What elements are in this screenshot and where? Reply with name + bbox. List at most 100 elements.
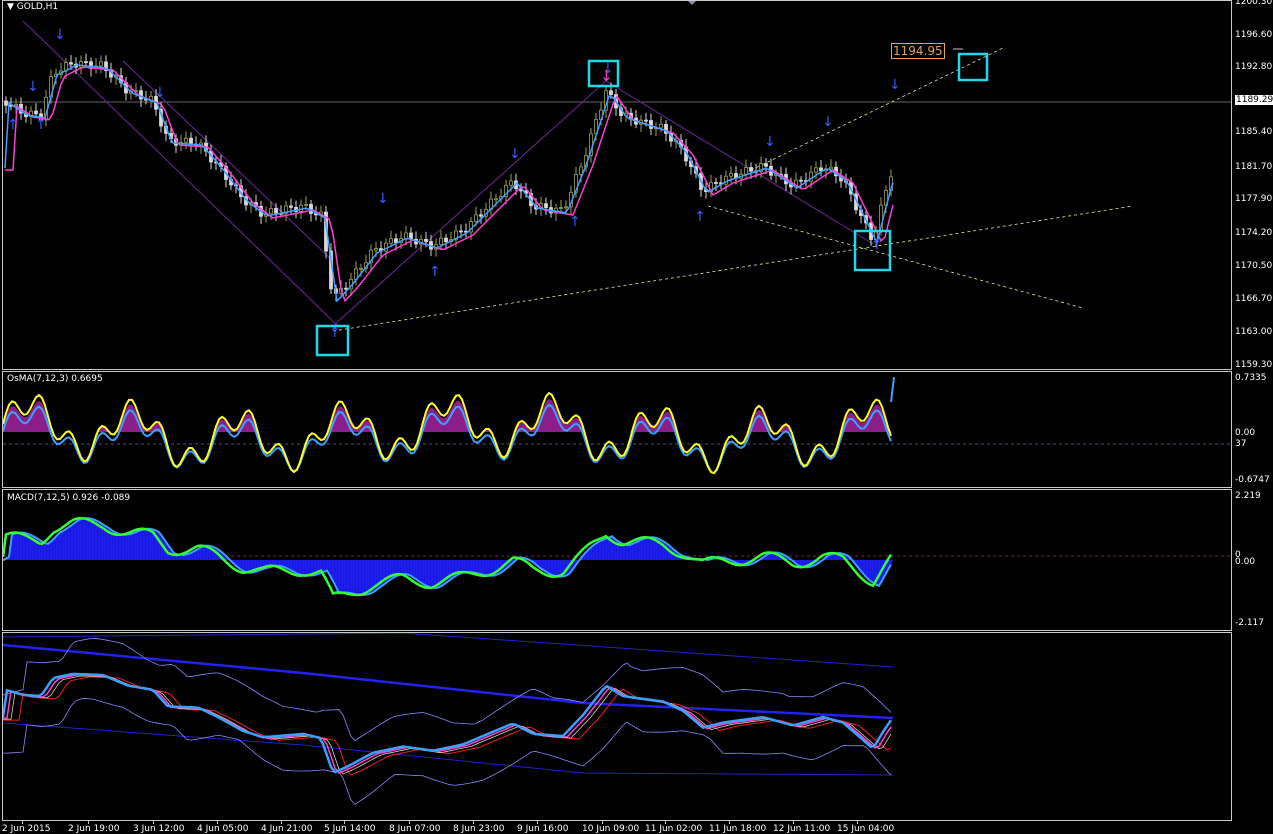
candle-body (34, 110, 38, 115)
candle-body (509, 180, 513, 186)
price-chart-pane[interactable]: ↑ ↑ ↑ ↑ ↑ ↑ ↑ ↓ ↓ ↓ ↓ ↓ ↓ ↓ ↓ ↓ ↓ ▼ GOLD,H1 1194.95 (2, 0, 1232, 370)
macd-axis: 2.219 0 0.00 -2.117 (1233, 489, 1273, 631)
macd-svg (3, 516, 1231, 597)
down-arrow-icon: ↓ (154, 85, 166, 101)
candle-body (69, 62, 73, 65)
price-tick-label: 1196.60 (1235, 30, 1273, 40)
down-arrow-icon: ↓ (600, 67, 613, 85)
time-tick-label: 9 Jun 16:00 (517, 824, 569, 834)
candle-body (819, 167, 823, 172)
price-tick-label: 1166.70 (1235, 294, 1273, 304)
candle-body (494, 198, 498, 201)
bands-axis (1233, 632, 1273, 821)
up-arrow-icon: ↑ (569, 214, 581, 230)
down-arrow-icon: ↓ (54, 27, 66, 43)
price-tick-label: 1163.00 (1235, 327, 1273, 337)
candle-body (444, 237, 448, 242)
candle-body (814, 167, 818, 173)
candle-body (389, 238, 393, 244)
price-chart-svg: ↑ ↑↑↑↑ ↑↑↓↓↓↓↓↓↓↓↓↓ (3, 1, 1231, 357)
price-tick-label: 1159.30 (1235, 360, 1273, 370)
time-tick-mark (602, 820, 603, 824)
up-arrow-icon: ↑ (7, 117, 19, 133)
osma-label: OsMA(7,12,3) 0.6695 (7, 374, 103, 384)
candle-body (559, 207, 563, 209)
bands-indicator-pane[interactable] (2, 632, 1232, 821)
time-tick-mark (857, 820, 858, 824)
candle-body (744, 167, 748, 175)
down-arrow-icon: ↓ (377, 191, 389, 207)
down-arrow-icon: ↓ (764, 134, 776, 150)
price-tick-label: 1174.20 (1235, 228, 1273, 238)
time-tick-label: 8 Jun 23:00 (453, 824, 505, 834)
candle-body (644, 119, 648, 122)
trend-channel-line (22, 20, 339, 327)
time-tick-label: 12 Jun 11:00 (773, 824, 831, 834)
candle-body (79, 61, 83, 68)
top-scroll-marker (688, 1, 696, 5)
time-tick-mark (88, 820, 89, 824)
time-tick-label: 4 Jun 05:00 (197, 824, 249, 834)
price-tick-label: 1181.70 (1235, 162, 1273, 172)
candle-body (564, 206, 568, 209)
candle-body (289, 205, 293, 208)
macd-tick-label: 2.219 (1235, 491, 1261, 501)
candle-body (184, 137, 188, 143)
time-tick-mark (153, 820, 154, 824)
time-tick-label: 5 Jun 14:00 (324, 824, 376, 834)
up-arrow-icon: ↑ (429, 264, 441, 280)
time-tick-label: 15 Jun 04:00 (837, 824, 895, 834)
down-arrow-icon: ↓ (509, 146, 521, 162)
time-tick-mark (473, 820, 474, 824)
candle-body (99, 61, 103, 67)
callout-price-badge: 1194.95 (891, 43, 945, 59)
time-tick-mark (281, 820, 282, 824)
candle-body (269, 208, 273, 215)
macd-indicator-pane[interactable]: MACD(7,12,5) 0.926 -0.089 (2, 489, 1232, 631)
candle-body (659, 123, 663, 129)
long-moving-average-line (3, 643, 894, 720)
time-tick-label: 2 Jun 19:00 (68, 824, 120, 834)
dotted-trendline (707, 205, 1084, 309)
symbol-label: ▼ GOLD,H1 (7, 2, 59, 12)
macd-label: MACD(7,12,5) 0.926 -0.089 (7, 493, 131, 503)
candle-body (474, 214, 478, 222)
candle-body (374, 248, 378, 251)
candle-body (359, 267, 363, 270)
dropdown-triangle-icon[interactable]: ▼ (7, 2, 14, 12)
bands-svg (3, 633, 894, 805)
time-tick-label: 11 Jun 18:00 (709, 824, 767, 834)
macd-tick-label: 0.00 (1235, 557, 1256, 567)
candle-body (344, 287, 348, 290)
time-tick-mark (729, 820, 730, 824)
candle-body (439, 237, 443, 245)
candle-body (4, 100, 8, 106)
time-tick-mark (665, 820, 666, 824)
osma-indicator-pane[interactable]: OsMA(7,12,3) 0.6695 (2, 371, 1232, 488)
candle-body (189, 137, 193, 145)
time-tick-label: 3 Jun 12:00 (133, 824, 185, 834)
time-tick-mark (537, 820, 538, 824)
candle-body (479, 214, 483, 217)
time-tick-label: 2 Jun 2015 (2, 824, 51, 834)
up-arrow-icon: ↑ (35, 117, 47, 133)
current-price-label: 1189.29 (1235, 95, 1273, 105)
osma-tick-label: 0.7335 (1235, 373, 1267, 383)
candle-body (729, 173, 733, 177)
candle-body (84, 61, 88, 63)
outer-envelope-line (3, 633, 894, 668)
down-arrow-icon: ↓ (822, 114, 834, 130)
osma-signal-line (890, 376, 895, 403)
osma-svg (3, 376, 1231, 475)
candle-body (829, 166, 833, 170)
price-tick-label: 1177.90 (1235, 194, 1273, 204)
price-tick-label: 1192.80 (1235, 62, 1273, 72)
up-arrow-icon: ↑ (694, 209, 706, 225)
candle-body (459, 230, 463, 233)
candle-body (424, 238, 428, 242)
osma-tick-label: 37 (1235, 439, 1247, 449)
osma-tick-label: -0.6747 (1235, 475, 1270, 485)
macd-tick-label: -2.117 (1235, 618, 1265, 628)
time-tick-label: 10 Jun 09:00 (582, 824, 640, 834)
time-tick-label: 8 Jun 07:00 (389, 824, 441, 834)
